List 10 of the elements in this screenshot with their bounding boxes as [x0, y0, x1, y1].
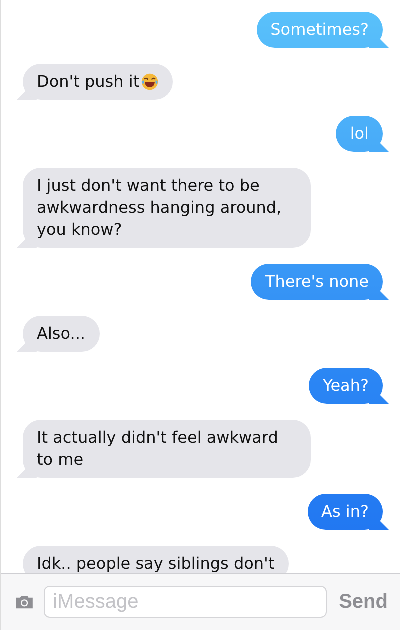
received-message: Don't push it [17, 64, 173, 100]
received-message: I just don't want there to be awkwardness hanging around, you know? [17, 168, 311, 248]
sent-message: As in? [308, 494, 389, 530]
sent-message: lol [336, 116, 389, 152]
received-message: Also... [17, 316, 100, 352]
sent-message: Yeah? [309, 368, 389, 404]
sent-message: Sometimes? [256, 12, 389, 48]
received-message: It actually didn't feel awkward to me [17, 420, 311, 478]
message-field[interactable]: iMessage [44, 586, 328, 618]
sent-message: There's none [251, 264, 389, 300]
